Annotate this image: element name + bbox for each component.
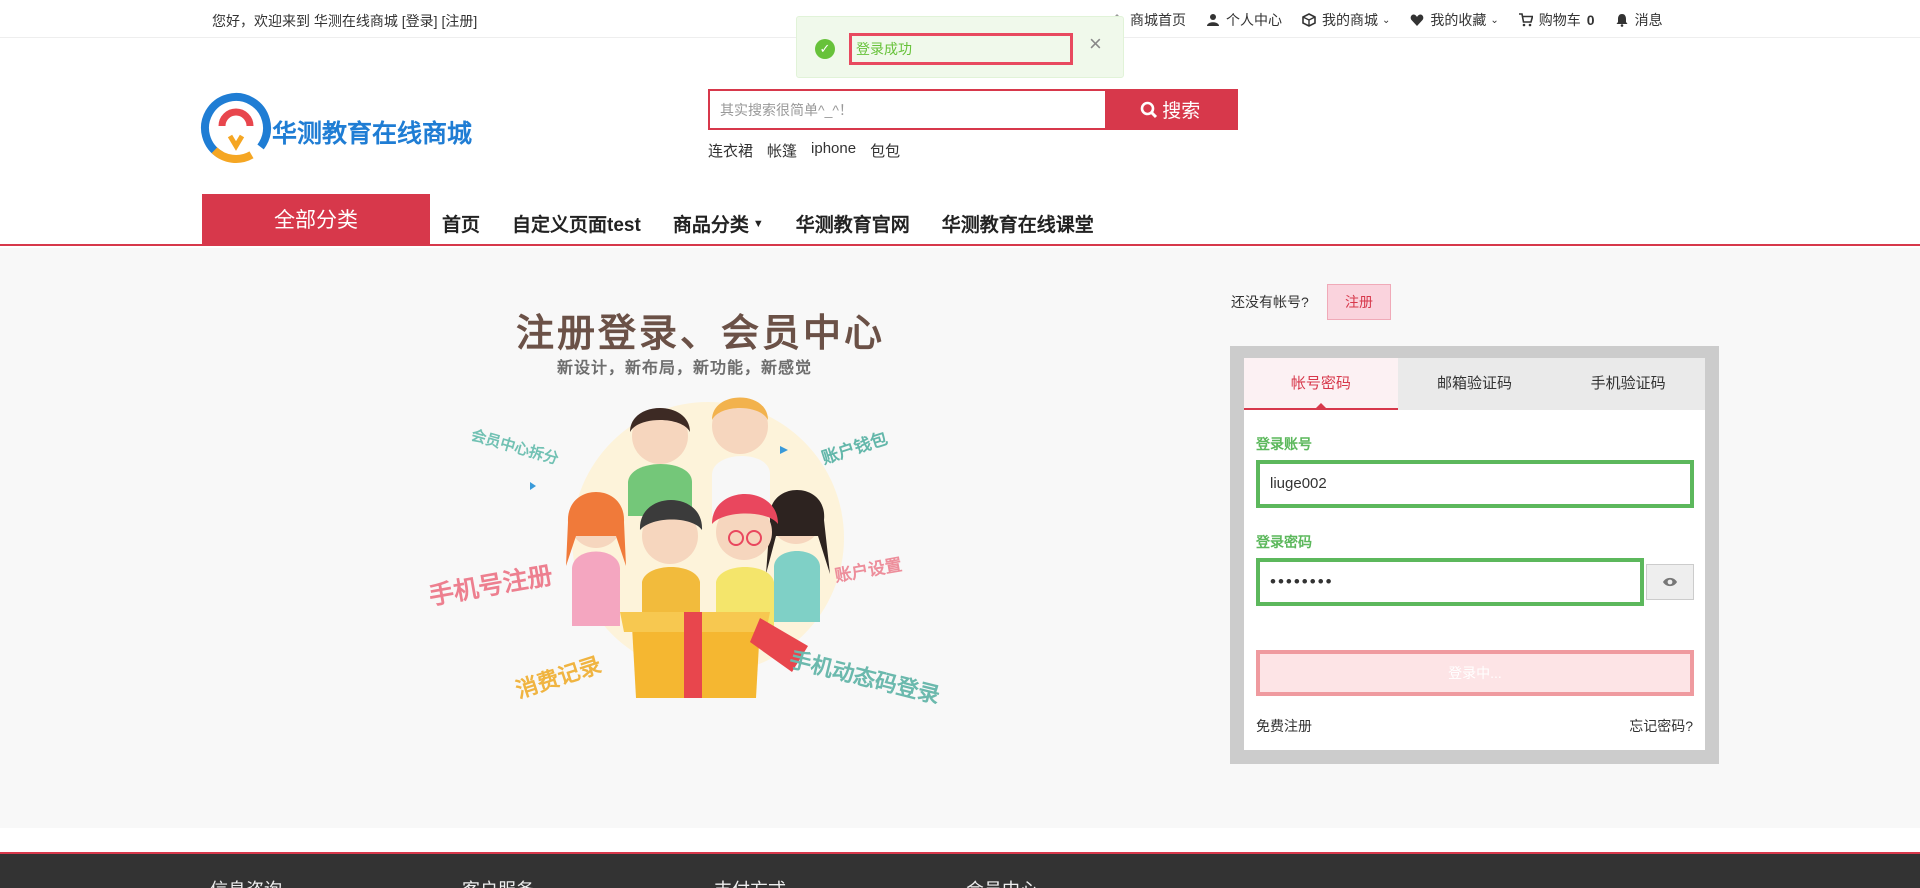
hot-word[interactable]: 连衣裙	[708, 140, 753, 161]
tab-label: 邮箱验证码	[1437, 375, 1513, 392]
footer-section-payment: 支付方式	[714, 876, 786, 888]
logo-text: 华测教育在线商城	[272, 120, 473, 148]
top-nav-home-label: 商城首页	[1130, 12, 1186, 28]
no-account-text: 还没有帐号?	[1231, 294, 1309, 310]
hot-word[interactable]: iphone	[811, 140, 856, 161]
logo-mark-icon	[201, 93, 271, 163]
hot-words: 连衣裙 帐篷 iphone 包包	[708, 140, 900, 161]
banner-subtitle: 新设计，新布局，新功能，新感觉	[557, 360, 813, 377]
tab-account-password[interactable]: 帐号密码	[1244, 358, 1398, 410]
search-button[interactable]: 搜索	[1104, 91, 1236, 128]
search-input[interactable]	[710, 91, 1105, 128]
nav-item-label: 商品分类	[672, 215, 749, 236]
hot-word[interactable]: 包包	[870, 140, 900, 161]
cart-icon	[1518, 13, 1534, 27]
footer-section-service: 客户服务	[462, 876, 534, 888]
nav-item-online-class[interactable]: 华测教育在线课堂	[942, 210, 1094, 237]
close-icon[interactable]: ×	[1089, 31, 1102, 57]
login-link[interactable]: [登录]	[402, 13, 438, 29]
greeting: 您好，欢迎来到 华测在线商城 [登录] [注册]	[212, 11, 477, 31]
register-button[interactable]: 注册	[1327, 284, 1391, 320]
nav-item-label: 华测教育在线课堂	[941, 215, 1094, 236]
top-nav-profile-label: 个人中心	[1226, 12, 1282, 28]
heart-icon	[1410, 13, 1424, 27]
top-nav-cart[interactable]: 购物车 0	[1518, 10, 1595, 30]
password-label: 登录密码	[1256, 534, 1312, 550]
login-panel: 帐号密码 邮箱验证码 手机验证码 登录账号 liuge002 登录密码 ••••…	[1244, 358, 1705, 750]
forgot-password-link[interactable]: 忘记密码?	[1629, 716, 1693, 736]
account-input[interactable]: liuge002	[1256, 460, 1694, 508]
footer-section-member: 会员中心	[966, 876, 1038, 888]
main-nav: 全部分类 首页 自定义页面test 商品分类 ▼ 华测教育官网 华测教育在线课堂	[0, 194, 1920, 246]
main-nav-items: 首页 自定义页面test 商品分类 ▼ 华测教育官网 华测教育在线课堂	[442, 210, 1126, 237]
search-icon	[1140, 101, 1158, 118]
top-nav-my-mall[interactable]: 我的商城 ⌄	[1302, 10, 1390, 30]
free-register-link[interactable]: 免费注册	[1256, 716, 1312, 736]
top-nav-profile[interactable]: 个人中心	[1206, 10, 1282, 30]
tab-phone-code[interactable]: 手机验证码	[1551, 358, 1705, 410]
hot-word[interactable]: 帐篷	[767, 140, 797, 161]
nav-item-label: 首页	[442, 215, 481, 236]
login-submit-button[interactable]: 登录中...	[1256, 650, 1694, 696]
active-tab-indicator	[1314, 403, 1327, 409]
caret-down-icon: ▼	[752, 217, 764, 230]
footer: 信息咨询 客户服务 支付方式 会员中心	[0, 852, 1920, 888]
success-toast: ✓ 登录成功 ×	[796, 16, 1124, 78]
footer-section-info: 信息咨询	[210, 876, 282, 888]
login-box: 帐号密码 邮箱验证码 手机验证码 登录账号 liuge002 登录密码 ••••…	[1230, 346, 1719, 764]
search-bar: 搜索	[708, 89, 1238, 130]
nav-item-label: 自定义页面test	[512, 215, 641, 236]
nav-item-categories[interactable]: 商品分类 ▼	[673, 210, 764, 237]
nav-item-official-site[interactable]: 华测教育官网	[796, 210, 910, 237]
user-icon	[1206, 13, 1220, 27]
nav-item-label: 华测教育官网	[795, 215, 910, 236]
register-link[interactable]: [注册]	[441, 13, 477, 29]
tab-label: 手机验证码	[1590, 375, 1666, 392]
show-password-button[interactable]	[1646, 564, 1694, 600]
eye-icon	[1663, 577, 1677, 587]
chevron-down-icon: ⌄	[1382, 14, 1391, 26]
cube-icon	[1302, 13, 1316, 27]
nav-item-home[interactable]: 首页	[442, 210, 480, 237]
top-nav-cart-label: 购物车	[1538, 12, 1581, 28]
chevron-down-icon: ⌄	[1490, 14, 1499, 26]
search-button-label: 搜索	[1162, 101, 1201, 122]
password-input[interactable]: ••••••••	[1256, 558, 1644, 606]
account-label: 登录账号	[1256, 436, 1312, 452]
all-categories-button[interactable]: 全部分类	[202, 194, 430, 245]
greeting-text: 您好，欢迎来到 华测在线商城	[212, 13, 398, 29]
top-nav-favorites[interactable]: 我的收藏 ⌄	[1410, 10, 1499, 30]
tab-email-code[interactable]: 邮箱验证码	[1398, 358, 1552, 410]
top-nav-messages-label: 消息	[1634, 12, 1663, 28]
banner-title: 注册登录、会员中心	[516, 313, 886, 355]
toast-message: 登录成功	[849, 33, 1073, 65]
site-logo[interactable]: 华测教育在线商城	[200, 88, 490, 168]
top-nav: 商城首页 个人中心 我的商城 ⌄ 我的收藏 ⌄ 购物车 0 消息	[1110, 10, 1683, 30]
nav-item-custom-page[interactable]: 自定义页面test	[512, 210, 641, 237]
bell-icon	[1615, 13, 1629, 27]
login-tabs: 帐号密码 邮箱验证码 手机验证码	[1244, 358, 1705, 410]
login-banner: 注册登录、会员中心 新设计，新布局，新功能，新感觉 会员中心拆分 账户钱包 手机…	[420, 290, 980, 710]
top-nav-messages[interactable]: 消息	[1615, 10, 1663, 30]
top-nav-favorites-label: 我的收藏	[1430, 12, 1487, 28]
check-circle-icon: ✓	[815, 39, 835, 59]
top-nav-my-mall-label: 我的商城	[1322, 12, 1378, 28]
cart-count: 0	[1586, 12, 1595, 28]
tab-label: 帐号密码	[1290, 375, 1351, 392]
